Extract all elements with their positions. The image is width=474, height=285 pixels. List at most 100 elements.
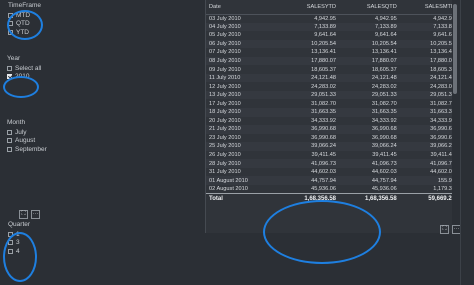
table-cell: 18,605.37 bbox=[371, 66, 397, 73]
table-cell: 44,602.03 bbox=[311, 169, 337, 176]
table-cell: 17,880.07 bbox=[399, 56, 458, 66]
table-cell: 44,602.03 bbox=[371, 169, 397, 176]
table-cell: 01 August 2010 bbox=[206, 176, 279, 185]
table-cell: 29,051.33 bbox=[399, 90, 458, 100]
month-option-2[interactable]: September bbox=[7, 145, 47, 154]
scrollbar-thumb[interactable] bbox=[453, 4, 457, 94]
table-cell: 09 July 2010 bbox=[209, 66, 241, 73]
focus-mode-icon[interactable]: ⛶ bbox=[19, 210, 28, 219]
table-row: 31 July 2010 44,602.03 44,602.03 44,602.03 bbox=[206, 168, 458, 177]
table-cell: 17,880.07 bbox=[278, 56, 340, 66]
annotation-circle-ytd bbox=[7, 10, 43, 40]
table-cell: 1,179.33 bbox=[433, 185, 455, 192]
timeframe-title: TimeFrame bbox=[8, 2, 41, 9]
table-row: 11 July 2010 24,121.48 24,121.48 24,121.48 bbox=[206, 73, 458, 83]
table-cell: 13,136.41 bbox=[371, 49, 397, 56]
table-row: 18 July 2010 31,663.35 31,663.35 31,663.35 bbox=[206, 108, 458, 117]
table-cell: 41,096.73 bbox=[399, 159, 458, 168]
table-cell: 13 July 2010 bbox=[206, 90, 279, 100]
table-cell: 24,283.02 bbox=[430, 83, 455, 90]
table-row: 09 July 2010 18,605.37 18,605.37 18,605.37 bbox=[206, 65, 458, 74]
table-cell: 34,333.92 bbox=[371, 117, 397, 124]
table-row: 23 July 2010 36,990.68 36,990.68 36,990.68 bbox=[206, 134, 458, 143]
month-checkbox[interactable] bbox=[7, 138, 12, 144]
table-cell: 29,051.33 bbox=[278, 90, 340, 100]
column-header[interactable]: SALESQTD bbox=[339, 0, 400, 15]
month-option-0[interactable]: July bbox=[7, 128, 47, 137]
table-cell: 36,990.68 bbox=[339, 125, 400, 134]
table-cell: 31,082.70 bbox=[311, 100, 337, 107]
table-cell: 12 July 2010 bbox=[209, 83, 241, 90]
focus-mode-icon[interactable]: ⛶ bbox=[440, 225, 449, 234]
table-cell: 31,663.35 bbox=[278, 108, 340, 117]
table-row: 25 July 2010 39,066.24 39,066.24 39,066.24 bbox=[206, 142, 458, 151]
column-header[interactable]: SALESMTD bbox=[399, 0, 458, 15]
year-option-label: Select all bbox=[15, 64, 42, 72]
total-cell: 59,669.25 bbox=[399, 192, 458, 204]
table-cell: 7,133.89 bbox=[339, 22, 400, 32]
year-option-0[interactable]: Select all bbox=[7, 64, 41, 73]
table-row: 13 July 2010 29,051.33 29,051.33 29,051.33 bbox=[206, 90, 458, 100]
table-row: 08 July 2010 17,880.07 17,880.07 17,880.07 bbox=[206, 56, 458, 66]
table-cell: 34,333.92 bbox=[430, 117, 455, 124]
table-cell: 05 July 2010 bbox=[209, 32, 241, 39]
table-cell: 21 July 2010 bbox=[206, 125, 279, 134]
table-cell: 10,205.54 bbox=[278, 39, 340, 49]
table-cell: 34,333.92 bbox=[311, 117, 337, 124]
table-row: 28 July 2010 41,096.73 41,096.73 41,096.73 bbox=[206, 159, 458, 168]
table-cell: 24,283.02 bbox=[311, 83, 337, 90]
table-cell: 36,990.68 bbox=[399, 125, 458, 134]
table-cell: 24,121.48 bbox=[339, 73, 400, 83]
table-cell: 04 July 2010 bbox=[206, 22, 279, 32]
table-cell: 13,136.41 bbox=[311, 49, 337, 56]
month-checkbox[interactable] bbox=[7, 146, 12, 152]
table-cell: 18 July 2010 bbox=[206, 108, 279, 117]
table-cell: 24,283.02 bbox=[371, 83, 397, 90]
sales-table: Date SALESYTD SALESQTD SALESMTD 03 July 201… bbox=[206, 0, 458, 204]
sales-table-visual: Date SALESYTD SALESQTD SALESMTD 03 July 201… bbox=[205, 0, 458, 233]
table-cell: 10,205.54 bbox=[399, 39, 458, 49]
table-cell: 44,602.03 bbox=[430, 169, 455, 176]
annotation-circle-totals bbox=[263, 200, 381, 264]
column-header[interactable]: Date bbox=[206, 0, 279, 15]
table-cell: 25 July 2010 bbox=[206, 142, 279, 151]
table-cell: 20 July 2010 bbox=[209, 117, 241, 124]
table-cell: 18,605.37 bbox=[430, 66, 455, 73]
canvas-divider bbox=[460, 0, 461, 285]
table-cell: 36,990.68 bbox=[371, 134, 397, 141]
column-header[interactable]: SALESYTD bbox=[278, 0, 340, 15]
month-title: Month bbox=[7, 119, 26, 126]
table-scrollbar[interactable] bbox=[452, 0, 458, 233]
table-cell: 39,411.45 bbox=[372, 152, 397, 159]
table-row: 05 July 2010 9,641.64 9,641.64 9,641.64 bbox=[206, 31, 458, 40]
table-cell: 39,066.24 bbox=[278, 142, 340, 151]
table-row: 02 August 2010 45,936.06 45,936.06 1,179.33 bbox=[206, 185, 458, 194]
table-cell: 31 July 2010 bbox=[209, 169, 241, 176]
more-options-icon[interactable]: ··· bbox=[31, 210, 40, 219]
table-cell: 44,757.94 bbox=[278, 176, 340, 185]
table-cell: 39,411.45 bbox=[311, 152, 337, 159]
table-cell: 13,136.41 bbox=[430, 49, 455, 56]
month-checkbox[interactable] bbox=[7, 129, 12, 135]
total-cell: 1,68,356.58 bbox=[339, 192, 400, 204]
table-row: 21 July 2010 36,990.68 36,990.68 36,990.68 bbox=[206, 125, 458, 134]
month-option-label: September bbox=[15, 145, 47, 153]
table-cell: 45,936.06 bbox=[311, 185, 337, 192]
table-cell: 39,411.45 bbox=[430, 152, 455, 159]
table-cell: 36,990.68 bbox=[278, 125, 340, 134]
year-checkbox[interactable] bbox=[7, 65, 12, 71]
table-row: 03 July 2010 4,942.95 4,942.95 4,942.95 bbox=[206, 14, 458, 23]
month-option-1[interactable]: August bbox=[7, 137, 47, 146]
table-cell: 36,990.68 bbox=[311, 134, 337, 141]
table-cell: 17 July 2010 bbox=[209, 100, 241, 107]
quarter-title: Quarter bbox=[8, 221, 31, 228]
month-slicer: Month July August September bbox=[7, 119, 47, 154]
month-option-label: July bbox=[15, 128, 27, 136]
table-cell: 29,051.33 bbox=[339, 90, 400, 100]
table-cell: 9,641.64 bbox=[374, 32, 397, 39]
table-cell: 11 July 2010 bbox=[206, 73, 279, 83]
total-cell: Total bbox=[206, 192, 279, 204]
table-header-row: Date SALESYTD SALESQTD SALESMTD bbox=[206, 0, 458, 15]
table-cell: 06 July 2010 bbox=[206, 39, 279, 49]
table-cell: 07 July 2010 bbox=[209, 49, 241, 56]
